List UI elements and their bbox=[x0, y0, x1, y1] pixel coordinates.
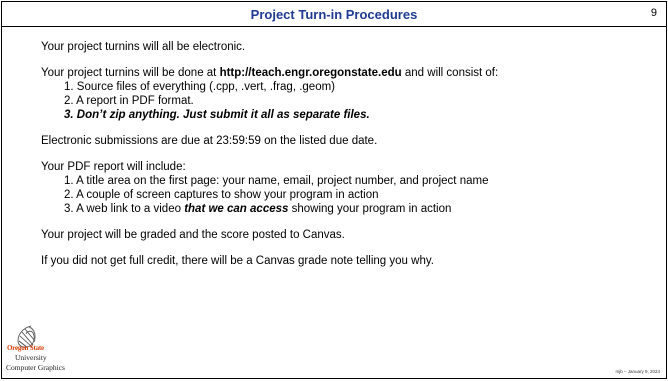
logo-department: Computer Graphics bbox=[6, 363, 65, 372]
slide-content: Your project turnins will all be electro… bbox=[41, 40, 641, 280]
turnin-list: 1. Source files of everything (.cpp, .ve… bbox=[41, 80, 641, 122]
paragraph-deadline: Electronic submissions are due at 23:59:… bbox=[41, 135, 378, 147]
paragraph-turnin-site: Your project turnins will be done at htt… bbox=[41, 66, 641, 80]
footer-author-date: mjb – January 9, 2024 bbox=[615, 369, 660, 374]
title-divider bbox=[2, 26, 666, 27]
paragraph-electronic: Your project turnins will all be electro… bbox=[41, 41, 246, 53]
list-item: 3. A web link to a video that we can acc… bbox=[64, 202, 641, 216]
slide-title: Project Turn-in Procedures bbox=[250, 7, 418, 22]
turnin-text-suffix: and will consist of: bbox=[401, 67, 499, 79]
report-list: 1. A title area on the first page: your … bbox=[41, 174, 641, 216]
list-item: 3. Don’t zip anything. Just submit it al… bbox=[64, 109, 370, 121]
turnin-url-link[interactable]: http://teach.engr.oregonstate.edu bbox=[220, 67, 402, 79]
paragraph-grading: Your project will be graded and the scor… bbox=[41, 229, 345, 241]
list-item: 2. A couple of screen captures to show y… bbox=[64, 189, 379, 201]
logo-university: University bbox=[15, 353, 47, 362]
paragraph-report-intro: Your PDF report will include: bbox=[41, 161, 186, 173]
page-number: 9 bbox=[650, 7, 657, 19]
paragraph-credit: If you did not get full credit, there wi… bbox=[41, 255, 434, 267]
list-item-emphasis: that we can access bbox=[184, 203, 289, 215]
list-item: 1. A title area on the first page: your … bbox=[64, 175, 489, 187]
slide: Project Turn-in Procedures 9 Your projec… bbox=[1, 1, 667, 379]
list-item-suffix: showing your program in action bbox=[288, 203, 452, 215]
turnin-text-prefix: Your project turnins will be done at bbox=[41, 67, 220, 79]
list-item: 2. A report in PDF format. bbox=[64, 95, 194, 107]
list-item: 1. Source files of everything (.cpp, .ve… bbox=[64, 81, 336, 93]
list-item-prefix: 3. A web link to a video bbox=[64, 203, 185, 215]
logo-wordmark: Oregon State bbox=[7, 344, 44, 352]
